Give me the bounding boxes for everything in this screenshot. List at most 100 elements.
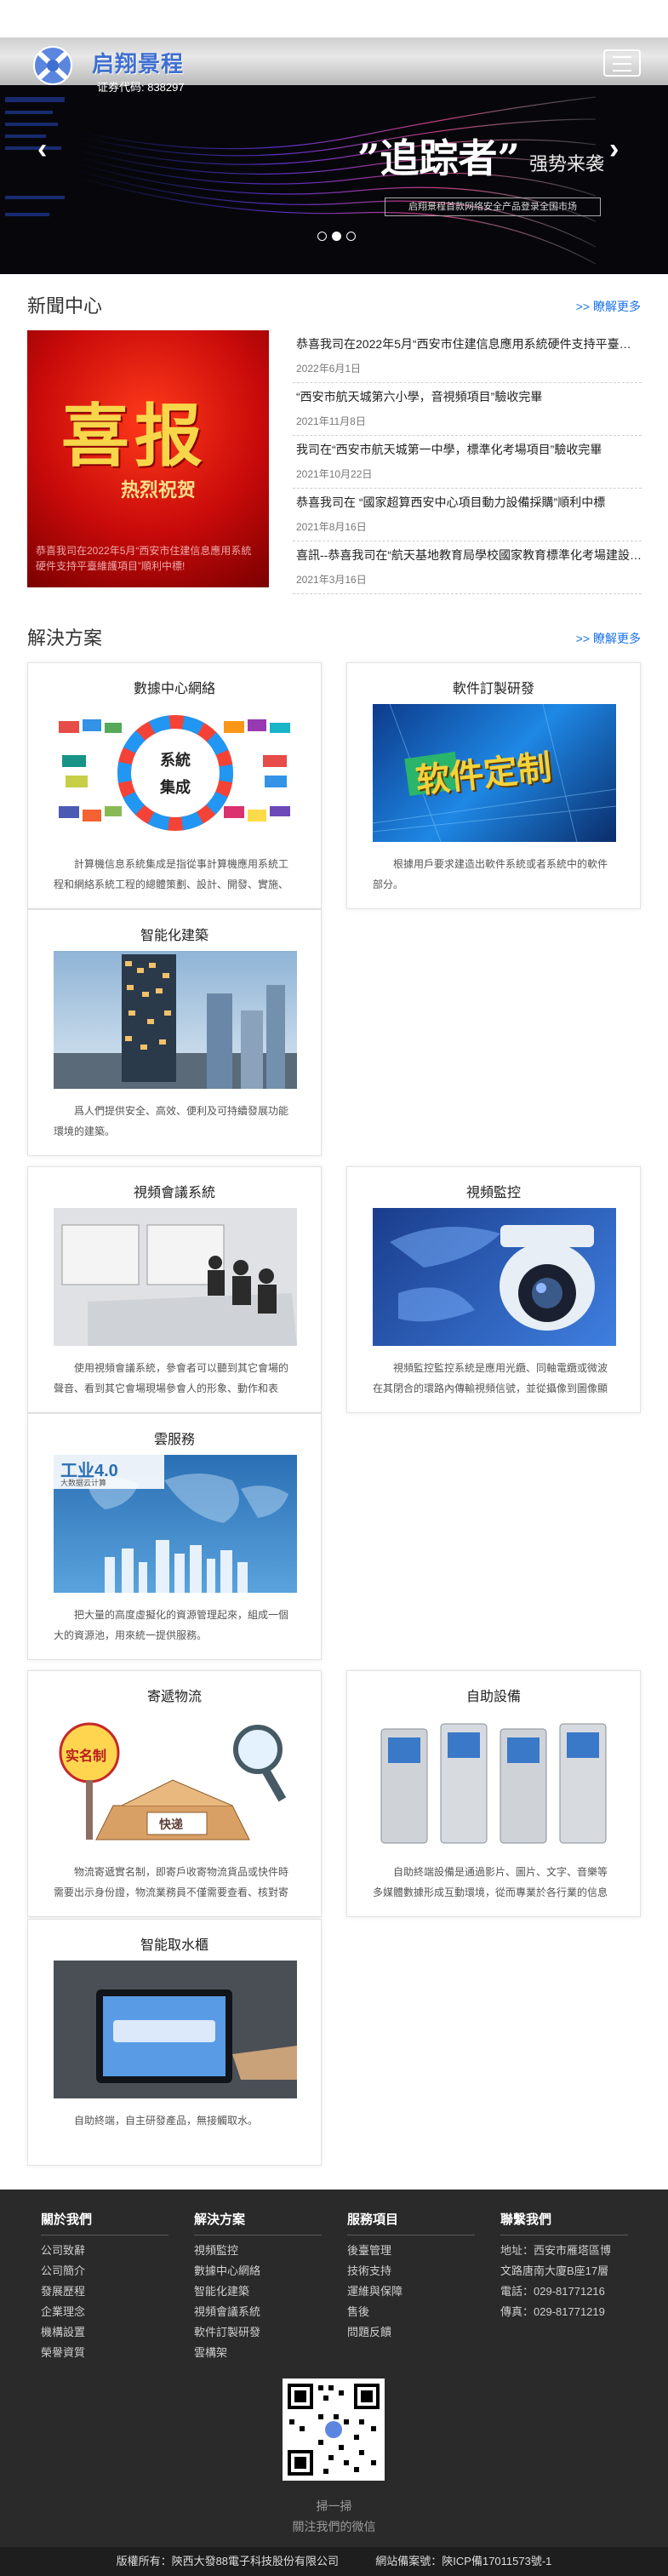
solution-card-self-service[interactable]: 自助設備 自助終端設備是通過影片、圖片、文字、音樂等多媒體數據形成互動環境，從而… <box>346 1670 641 1917</box>
card-title: 智能化建築 <box>140 929 208 943</box>
card-description: 自助終端設備是通過影片、圖片、文字、音樂等多媒體數據形成互動環境，從而專業於各行… <box>373 1866 608 1898</box>
building-image <box>54 954 297 1089</box>
footer-col-title: 聯繫我們 <box>500 2210 628 2235</box>
news-image-sub: 热烈祝贺 <box>121 479 197 501</box>
solution-card-software[interactable]: 軟件訂製研發 软件定制 根據用戶要求建造出軟件系統或者系統中的軟件部分。 <box>346 662 641 909</box>
footer-link[interactable]: 售後 <box>347 2302 475 2322</box>
news-item[interactable]: 恭喜我司在 “國家超算西安中心項目動力設備採購”順利中標 2021年8月16日 <box>293 489 642 541</box>
hamburger-icon[interactable] <box>603 49 641 77</box>
news-item-date: 2021年8月16日 <box>296 521 367 533</box>
footer-link[interactable]: 發展歷程 <box>41 2281 168 2302</box>
card-box-label: 快递 <box>159 1818 183 1831</box>
solution-card-video-surveillance[interactable]: 視頻監控 視頻監控監控系統是應用光纜、同軸電纜或微波在其閉合的環路內傳輸視頻信號… <box>346 1166 641 1413</box>
news-list: 恭喜我司在2022年5月“西安市住建信息應用系統硬件支持平臺維護項目”順利中標 … <box>293 330 642 594</box>
footer-link[interactable]: 雲構架 <box>194 2343 322 2363</box>
slide-dot[interactable] <box>317 232 327 241</box>
page: 启翔景程 证券代码: 838297 ‹ › ”追踪者” 强势来袭 启翔景程首款网… <box>0 0 668 2576</box>
card-image: 系統 集成 <box>54 704 297 842</box>
solution-card-smart-water[interactable]: 智能取水櫃 自助終端，自主研發產品，無接觸取水。 <box>27 1919 322 2166</box>
icp-text[interactable]: 網站備案號：陝ICP備17011573號-1 <box>375 2555 551 2567</box>
card-stamp: 实名制 <box>66 1749 107 1764</box>
card-title: 視頻監控 <box>465 1186 521 1200</box>
card-image <box>54 951 297 1089</box>
news-item-title[interactable]: 恭喜我司在 “國家超算西安中心項目動力設備採購”順利中標 <box>296 494 642 511</box>
footer-link[interactable]: 榮譽資質 <box>41 2343 168 2363</box>
footer: 關於我們 公司致辭 公司簡介 發展歷程 企業理念 機構設置 榮譽資質 解決方案 … <box>0 2190 668 2576</box>
news-item[interactable]: 恭喜我司在2022年5月“西安市住建信息應用系統硬件支持平臺維護項目”順利中標 … <box>293 330 642 383</box>
news-more-link[interactable]: >> 瞭解更多 <box>576 298 641 315</box>
solutions-header: 解決方案 >> 瞭解更多 <box>27 623 641 650</box>
card-title: 自助設備 <box>465 1690 521 1704</box>
news-title: 新聞中心 <box>27 295 103 317</box>
card-title: 數據中心網絡 <box>133 682 215 696</box>
footer-col-title: 服務項目 <box>347 2210 475 2235</box>
card-description: 根據用戶要求建造出軟件系統或者系統中的軟件部分。 <box>373 858 608 890</box>
footer-link[interactable]: 技術支持 <box>347 2261 475 2281</box>
footer-link[interactable]: 問題反饋 <box>347 2322 475 2343</box>
water-cabinet-image <box>54 1961 297 2098</box>
footer-link[interactable]: 企業理念 <box>41 2302 168 2322</box>
footer-link[interactable]: 視頻會議系統 <box>194 2302 322 2322</box>
news-image-headline: 喜报 <box>61 396 208 476</box>
solution-card-video-conference[interactable]: 視頻會議系統 使用視頻會議系統，參會者可以聽到其它會場的聲音、看到其它會場現場參… <box>27 1166 322 1413</box>
footer-link[interactable]: 智能化建築 <box>194 2281 322 2302</box>
chevron-left-icon[interactable]: ‹ <box>37 133 47 166</box>
footer-link[interactable]: 公司簡介 <box>41 2261 168 2281</box>
card-image: 软件定制 <box>373 704 616 842</box>
qr-caption-scan: 掃一掃 <box>316 2499 352 2513</box>
news-item-title[interactable]: 我司在“西安市航天城第一中學，標準化考場項目”驗收完畢 <box>296 441 642 458</box>
footer-contact-line: 文路唐南大廈B座17層 <box>500 2264 609 2277</box>
slide-dot[interactable] <box>346 232 356 241</box>
card-description: 物流寄遞實名制，即寄戶收寄物流貨品或快件時需要出示身份證，物流業務員不僅需要查看… <box>54 1866 289 1898</box>
card-title: 雲服務 <box>153 1433 195 1447</box>
footer-link[interactable]: 軟件訂製研發 <box>194 2322 322 2343</box>
solution-card-smart-building[interactable]: 智能化建築 爲人們提供安全、高效、便利及可持續發展功能環境的建築。 <box>27 909 322 1156</box>
card-description: 爲人們提供安全、高效、便利及可持續發展功能環境的建築。 <box>54 1105 289 1137</box>
news-item[interactable]: 喜訊--恭喜我司在“航天基地教育局學校國家教育標準化考場建設項目”順利中標 20… <box>293 541 642 594</box>
footer-col-title: 關於我們 <box>41 2210 168 2235</box>
banner-light-art <box>5 96 597 265</box>
footer-link[interactable]: 數據中心網絡 <box>194 2261 322 2281</box>
footer-link[interactable]: 公司致辭 <box>41 2241 168 2261</box>
card-image <box>373 1208 616 1346</box>
footer-link[interactable]: 後臺管理 <box>347 2241 475 2261</box>
kiosk-image <box>380 1723 607 1844</box>
news-item-date: 2021年3月16日 <box>296 574 367 586</box>
news-item-date: 2021年11月8日 <box>296 415 366 427</box>
news-feature-image[interactable]: 喜报 热烈祝贺 恭喜我司在2022年5月“西安市住建信息應用系統硬件支持平臺維護… <box>27 330 269 587</box>
card-description: 視頻監控監控系統是應用光纜、同軸電纜或微波在其閉合的環路內傳輸視頻信號，並從攝像… <box>373 1362 608 1394</box>
chevron-right-icon[interactable]: › <box>609 133 619 166</box>
card-title: 寄遞物流 <box>146 1690 202 1704</box>
logo-icon[interactable] <box>31 44 75 87</box>
news-item-date: 2022年6月1日 <box>296 363 362 375</box>
card-image <box>373 1712 616 1850</box>
card-image <box>54 1208 297 1346</box>
footer-link[interactable]: 視頻監控 <box>194 2241 322 2261</box>
news-item-title[interactable]: 恭喜我司在2022年5月“西安市住建信息應用系統硬件支持平臺維護項目”順利中標 <box>296 335 642 352</box>
footer-link[interactable]: 機構設置 <box>41 2322 168 2343</box>
footer-contact-line: 傳真：029-81771219 <box>500 2305 605 2318</box>
news-item[interactable]: “西安市航天城第六小學，音視頻項目”驗收完畢 2021年11月8日 <box>293 383 642 436</box>
slide-dot-active[interactable] <box>332 232 341 241</box>
footer-col-about: 關於我們 公司致辭 公司簡介 發展歷程 企業理念 機構設置 榮譽資質 <box>41 2210 168 2363</box>
card-title: 軟件訂製研發 <box>452 682 534 696</box>
news-item-title[interactable]: “西安市航天城第六小學，音視頻項目”驗收完畢 <box>296 388 642 405</box>
solutions-title: 解決方案 <box>27 627 103 649</box>
footer-col-contact: 聯繫我們 地址：西安市雁塔區博 文路唐南大廈B座17層 電話：029-81771… <box>500 2210 628 2322</box>
footer-contact-line: 地址：西安市雁塔區博 <box>500 2244 612 2257</box>
news-image-caption: 恭喜我司在2022年5月“西安市住建信息應用系統硬件支持平臺維護項目”順利中標! <box>36 545 252 572</box>
card-description: 使用視頻會議系統，參會者可以聽到其它會場的聲音、看到其它會場現場參會人的形象、動… <box>54 1362 289 1394</box>
copyright-bar: 版權所有：陝西大發88電子科技股份有限公司 網站備案號：陝ICP備1701157… <box>0 2547 668 2576</box>
solution-card-cloud[interactable]: 雲服務 工业4.0 大数据云计算 把大量的高度虛擬化的資源管理起來，組成一個大的… <box>27 1413 322 1660</box>
solutions-more-link[interactable]: >> 瞭解更多 <box>576 630 641 647</box>
solution-card-logistics[interactable]: 寄遞物流 实名制 快递 物流寄遞實名制，即寄戶收寄物流貨品或快件時需要出示身份證… <box>27 1670 322 1917</box>
solution-card-data-center[interactable]: 數據中心網絡 系統 集成 計算機信息系統集成是指從事計算機應用系統工程和網絡系統… <box>27 662 322 909</box>
footer-link[interactable]: 運維與保障 <box>347 2281 475 2302</box>
card-badge-sub: 大数据云计算 <box>60 1479 107 1487</box>
card-image: 实名制 快递 <box>54 1712 297 1850</box>
news-item-title[interactable]: 喜訊--恭喜我司在“航天基地教育局學校國家教育標準化考場建設項目”順利中標 <box>296 547 642 564</box>
news-item[interactable]: 我司在“西安市航天城第一中學，標準化考場項目”驗收完畢 2021年10月22日 <box>293 436 642 489</box>
qr-code-icon[interactable] <box>283 2379 385 2481</box>
brand-name[interactable]: 启翔景程 <box>92 47 184 78</box>
footer-col-title: 解決方案 <box>194 2210 322 2235</box>
